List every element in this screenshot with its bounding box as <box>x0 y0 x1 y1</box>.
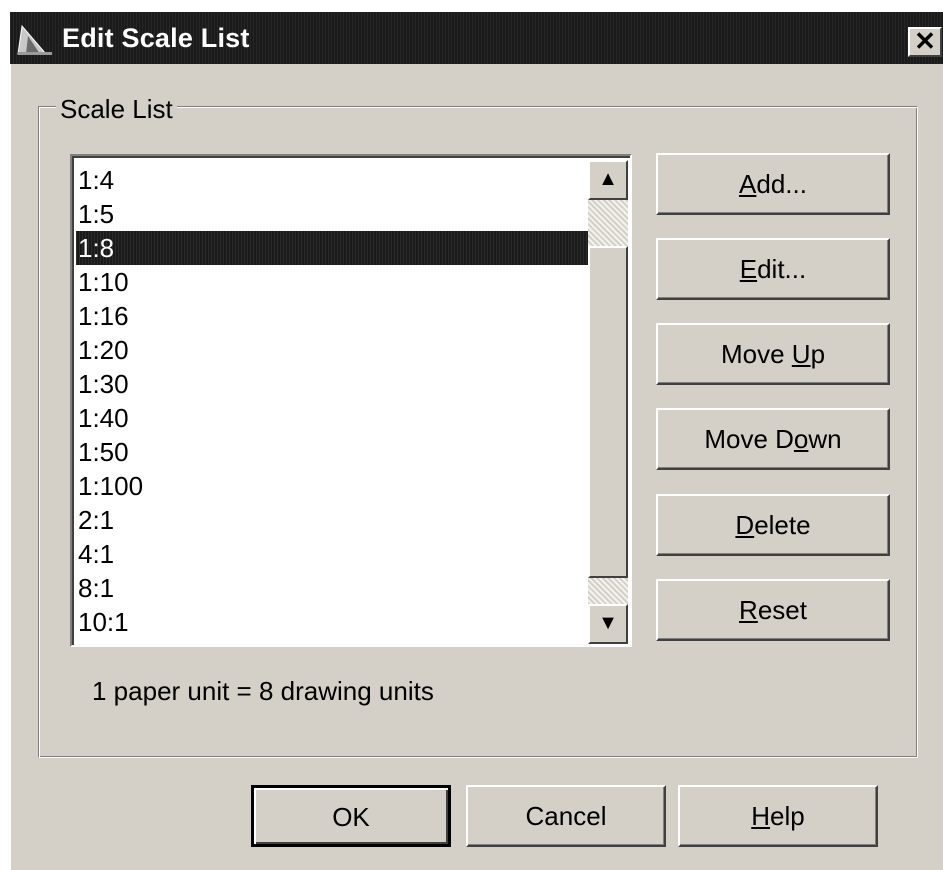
close-button[interactable]: ✕ <box>908 27 942 57</box>
ok-label: OK <box>332 802 370 832</box>
move-up-button[interactable]: Move Up <box>656 323 890 385</box>
title-bar[interactable]: Edit Scale List ✕ <box>10 12 943 64</box>
cancel-label: Cancel <box>525 801 607 831</box>
scale-list-item[interactable]: 8:1 <box>76 571 588 605</box>
close-icon: ✕ <box>914 26 936 56</box>
help-mnemonic: H <box>751 801 771 831</box>
scale-listbox[interactable]: 1:4 1:5 1:8 1:10 1:16 1:20 1:30 1:40 1:50 1:100 2:… <box>70 154 632 647</box>
scale-list-item[interactable]: 10:1 <box>76 605 588 639</box>
arrow-down-icon: ▼ <box>598 612 618 634</box>
scale-list-item[interactable]: 1:30 <box>76 367 588 401</box>
scroll-down-button[interactable]: ▼ <box>588 604 628 644</box>
move-up-mnemonic: U <box>791 339 811 369</box>
scroll-thumb[interactable] <box>588 246 628 578</box>
add-label-post: dd... <box>756 169 807 199</box>
scale-list-item[interactable]: 2:1 <box>76 503 588 537</box>
move-down-label-post: wn <box>808 424 842 454</box>
scale-info-text: 1 paper unit = 8 drawing units <box>92 676 434 706</box>
list-scrollbar[interactable]: ▲ ▼ <box>588 160 628 644</box>
cancel-button[interactable]: Cancel <box>466 785 666 847</box>
delete-button[interactable]: Delete <box>656 494 890 556</box>
ok-button[interactable]: OK <box>251 785 451 847</box>
scale-list-item[interactable]: 1:20 <box>76 333 588 367</box>
scale-list-item[interactable]: 4:1 <box>76 537 588 571</box>
scale-list-item[interactable]: 1:40 <box>76 401 588 435</box>
scale-list-item[interactable]: 1:8 <box>76 231 588 265</box>
reset-label-post: eset <box>757 595 807 625</box>
edit-button[interactable]: Edit... <box>656 238 890 300</box>
move-down-button[interactable]: Move Down <box>656 408 890 470</box>
move-down-mnemonic: o <box>793 424 809 454</box>
scale-list-item[interactable]: 1:5 <box>76 197 588 231</box>
arrow-up-icon: ▲ <box>598 168 618 190</box>
scale-list-item[interactable]: 1:16 <box>76 299 588 333</box>
move-up-label-pre: Move <box>720 339 792 369</box>
scale-list-item[interactable]: 1:4 <box>76 163 588 197</box>
window-title: Edit Scale List <box>62 23 250 53</box>
autocad-app-icon <box>17 24 52 55</box>
delete-label-post: elete <box>754 510 811 540</box>
edit-label-post: dit... <box>757 254 807 284</box>
help-button[interactable]: Help <box>678 785 878 847</box>
scale-list-item[interactable]: 1:100 <box>76 469 588 503</box>
reset-mnemonic: R <box>739 595 758 625</box>
scale-list-item[interactable]: 1:50 <box>76 435 588 469</box>
help-label-post: elp <box>770 801 805 831</box>
move-up-label-post: p <box>810 339 826 369</box>
reset-button[interactable]: Reset <box>656 579 890 641</box>
edit-mnemonic: E <box>739 254 758 284</box>
add-button[interactable]: Add... <box>656 153 890 215</box>
add-mnemonic: A <box>739 169 757 199</box>
scale-list-item[interactable]: 1:10 <box>76 265 588 299</box>
move-down-label-pre: Move D <box>704 424 794 454</box>
delete-mnemonic: D <box>735 510 755 540</box>
scale-list-group-label: Scale List <box>56 94 177 125</box>
scroll-up-button[interactable]: ▲ <box>588 160 628 200</box>
